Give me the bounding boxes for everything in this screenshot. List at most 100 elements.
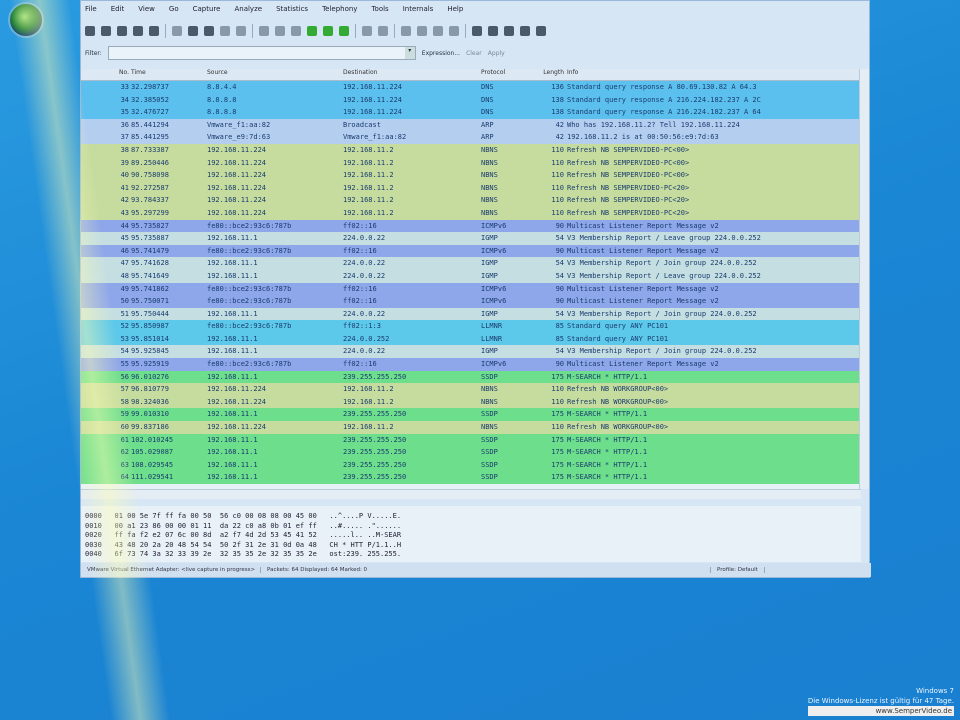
forward-icon[interactable]: [291, 26, 301, 36]
packet-time: 90.758098: [131, 171, 169, 180]
packet-length: 136: [551, 83, 564, 91]
packet-row[interactable]: 62 105.029087 192.168.11.1 239.255.255.250 S…: [81, 446, 861, 459]
zoom-normal-icon[interactable]: [433, 26, 443, 36]
packet-row[interactable]: 57 96.810779 192.168.11.224 192.168.11.2 NBN…: [81, 383, 861, 396]
colorize-icon[interactable]: [362, 26, 372, 36]
capture-filters-icon[interactable]: [472, 26, 482, 36]
menu-tools[interactable]: Tools: [371, 5, 388, 19]
packet-row[interactable]: 49 95.741862 fe80::bce2:93c6:787b ff02::16 I…: [81, 282, 861, 296]
packet-row[interactable]: 51 95.750444 192.168.11.1 224.0.0.22 IGMP 54 V…: [81, 307, 861, 321]
start-button[interactable]: [8, 2, 44, 38]
packet-row[interactable]: 45 95.735887 192.168.11.1 224.0.0.22 IGMP 54 V…: [81, 232, 861, 245]
menu-telephony[interactable]: Telephony: [322, 5, 357, 19]
packet-row[interactable]: 34 32.385052 8.8.8.8 192.168.11.224 DNS 138 St…: [81, 93, 861, 107]
packet-row[interactable]: 44 95.735827 fe80::bce2:93c6:787b ff02::16 I…: [81, 219, 861, 233]
menu-internals[interactable]: Internals: [403, 5, 434, 19]
packet-row[interactable]: 55 95.925919 fe80::bce2:93c6:787b ff02::16 I…: [81, 358, 861, 371]
coloring-rules-icon[interactable]: [504, 26, 514, 36]
start-capture-icon[interactable]: [117, 26, 127, 36]
preferences-icon[interactable]: [520, 26, 530, 36]
packet-list-vertical-scrollbar[interactable]: [859, 69, 869, 489]
autoscroll-icon[interactable]: [378, 26, 388, 36]
packet-row[interactable]: 64 111.029541 192.168.11.1 239.255.255.250 S…: [81, 471, 861, 484]
packet-row[interactable]: 59 99.010310 192.168.11.1 239.255.255.250 SS…: [81, 408, 861, 422]
packet-row[interactable]: 41 92.272587 192.168.11.224 192.168.11.2 NBN…: [81, 181, 861, 195]
help-icon[interactable]: [536, 26, 546, 36]
packet-row[interactable]: 60 99.837186 192.168.11.224 192.168.11.2 NBN…: [81, 421, 861, 434]
zoom-out-icon[interactable]: [417, 26, 427, 36]
menu-capture[interactable]: Capture: [193, 5, 221, 19]
menu-go[interactable]: Go: [169, 5, 179, 19]
zoom-in-icon[interactable]: [401, 26, 411, 36]
goto-icon[interactable]: [307, 26, 317, 36]
packet-row[interactable]: 61 102.010245 192.168.11.1 239.255.255.250 S…: [81, 433, 861, 447]
interfaces-icon[interactable]: [85, 26, 95, 36]
reload-icon[interactable]: [220, 26, 230, 36]
resize-columns-icon[interactable]: [449, 26, 459, 36]
packet-row[interactable]: 53 95.851014 192.168.11.1 224.0.0.252 LLMNR 8…: [81, 332, 861, 346]
packet-row[interactable]: 37 85.441295 Vmware_e9:7d:63 Vmware_f1:aa:8…: [81, 131, 861, 144]
display-filters-icon[interactable]: [488, 26, 498, 36]
back-icon[interactable]: [275, 26, 285, 36]
packet-row[interactable]: 42 93.784337 192.168.11.224 192.168.11.2 NBN…: [81, 194, 861, 207]
license-notice: Die Windows-Lizenz ist gültig für 47 Tag…: [807, 697, 954, 705]
os-name: Windows 7: [916, 687, 954, 695]
packet-bytes-pane[interactable]: 0000 01 00 5e 7f ff fa 00 50 56 c0 00 08…: [81, 506, 861, 562]
column-header-protocol[interactable]: Protocol: [481, 69, 527, 80]
open-icon[interactable]: [172, 26, 182, 36]
column-header-destination[interactable]: Destination: [343, 69, 481, 80]
stop-capture-icon[interactable]: [133, 26, 143, 36]
packet-info: M-SEARCH * HTTP/1.1: [567, 473, 648, 482]
packet-destination: 239.255.255.250: [343, 473, 407, 482]
packet-row[interactable]: 39 89.250446 192.168.11.224 192.168.11.2 NBN…: [81, 156, 861, 170]
chevron-down-icon[interactable]: ▾: [404, 47, 415, 59]
packet-row[interactable]: 56 96.010276 192.168.11.1 239.255.255.250 SS…: [81, 370, 861, 384]
packet-row[interactable]: 33 32.298737 8.8.4.4 192.168.11.224 DNS 136 St…: [81, 81, 861, 94]
packet-row[interactable]: 50 95.750071 fe80::bce2:93c6:787b ff02::16 I…: [81, 295, 861, 308]
packet-info: M-SEARCH * HTTP/1.1: [567, 435, 648, 444]
packet-row[interactable]: 47 95.741628 192.168.11.1 224.0.0.22 IGMP 54 V…: [81, 257, 861, 270]
apply-button[interactable]: Apply: [488, 50, 505, 57]
packet-row[interactable]: 63 108.029545 192.168.11.1 239.255.255.250 S…: [81, 458, 861, 472]
packet-row[interactable]: 40 90.758098 192.168.11.224 192.168.11.2 NBN…: [81, 169, 861, 182]
restart-capture-icon[interactable]: [149, 26, 159, 36]
save-icon[interactable]: [188, 26, 198, 36]
menu-statistics[interactable]: Statistics: [276, 5, 308, 19]
packet-destination: 224.0.0.22: [343, 259, 386, 268]
filter-input[interactable]: ▾: [107, 46, 416, 60]
packet-row[interactable]: 38 87.733387 192.168.11.224 192.168.11.2 NBN…: [81, 143, 861, 157]
packet-row[interactable]: 35 32.476727 8.8.8.8 192.168.11.224 DNS 138 St…: [81, 106, 861, 119]
packet-list-horizontal-scrollbar[interactable]: [81, 489, 861, 499]
packet-time: 99.010310: [131, 410, 169, 419]
last-packet-icon[interactable]: [339, 26, 349, 36]
packet-row[interactable]: 43 95.297299 192.168.11.224 192.168.11.2 NBN…: [81, 206, 861, 220]
find-icon[interactable]: [259, 26, 269, 36]
separator: [252, 24, 253, 38]
menu-file[interactable]: File: [85, 5, 97, 19]
status-profile[interactable]: Profile: Default: [711, 567, 765, 573]
packet-row[interactable]: 48 95.741649 192.168.11.1 224.0.0.22 IGMP 54 V…: [81, 269, 861, 283]
column-header-no[interactable]: No.: [81, 69, 129, 80]
menu-analyze[interactable]: Analyze: [234, 5, 262, 19]
menu-help[interactable]: Help: [447, 5, 463, 19]
close-icon[interactable]: [204, 26, 214, 36]
packet-row[interactable]: 36 85.441294 Vmware_f1:aa:82 Broadcast ARP 42…: [81, 118, 861, 132]
packet-length: 54: [555, 347, 564, 356]
column-header-time[interactable]: Time: [129, 69, 207, 80]
column-header-info[interactable]: Info: [567, 69, 861, 80]
packet-length: 110: [551, 183, 564, 192]
packet-row[interactable]: 54 95.925845 192.168.11.1 224.0.0.22 IGMP 54 V…: [81, 345, 861, 359]
column-header-length[interactable]: Length: [527, 69, 567, 80]
column-header-source[interactable]: Source: [207, 69, 343, 80]
options-icon[interactable]: [101, 26, 111, 36]
packet-row[interactable]: 46 95.741479 fe80::bce2:93c6:787b ff02::16 I…: [81, 244, 861, 258]
expression-button[interactable]: Expression...: [422, 50, 460, 57]
first-packet-icon[interactable]: [323, 26, 333, 36]
clear-button[interactable]: Clear: [466, 50, 482, 57]
menu-view[interactable]: View: [138, 5, 155, 19]
menu-edit[interactable]: Edit: [111, 5, 125, 19]
print-icon[interactable]: [236, 26, 246, 36]
packet-protocol: ARP: [481, 133, 494, 142]
packet-row[interactable]: 58 98.324036 192.168.11.224 192.168.11.2 NBN…: [81, 395, 861, 409]
packet-row[interactable]: 52 95.850987 fe80::bce2:93c6:787b ff02::1:3…: [81, 320, 861, 333]
